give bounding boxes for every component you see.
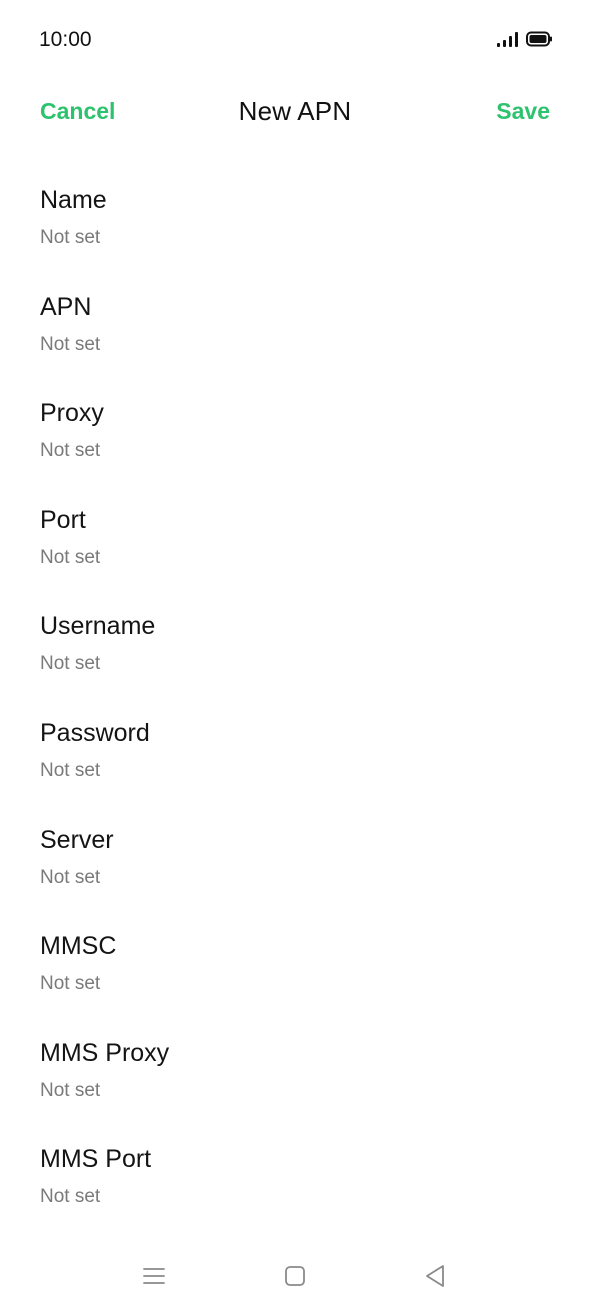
signal-icon: [497, 31, 518, 47]
menu-icon: [143, 1268, 165, 1284]
field-value: Not set: [40, 227, 101, 248]
status-time: 10:00: [39, 28, 92, 51]
status-icons: [497, 29, 552, 47]
field-label: Password: [40, 718, 150, 747]
field-proxy[interactable]: Proxy Not set: [0, 381, 590, 488]
field-value: Not set: [40, 973, 101, 995]
field-label: MMSC: [40, 932, 117, 961]
field-label: MMS Port: [40, 1145, 152, 1174]
home-button[interactable]: [277, 1262, 313, 1290]
field-label: Username: [40, 612, 156, 641]
battery-icon: [526, 31, 552, 47]
field-mms-proxy[interactable]: MMS Proxy Not set: [0, 1021, 590, 1128]
status-bar: 10:00: [0, 0, 590, 78]
header: Cancel New APN Save: [0, 86, 590, 142]
navigation-bar: [0, 1240, 590, 1312]
field-password[interactable]: Password Not set: [0, 701, 590, 808]
field-name[interactable]: Name Not set: [0, 168, 590, 275]
field-value: Not set: [40, 759, 101, 781]
back-button[interactable]: [417, 1262, 453, 1290]
home-icon: [285, 1266, 305, 1286]
field-apn[interactable]: APN Not set: [0, 275, 590, 382]
field-mms-port[interactable]: MMS Port Not set: [0, 1127, 590, 1234]
field-username[interactable]: Username Not set: [0, 594, 590, 701]
field-value: Not set: [40, 1079, 101, 1101]
field-label: Proxy: [40, 399, 104, 428]
field-mmsc[interactable]: MMSC Not set: [0, 914, 590, 1021]
field-value: Not set: [40, 333, 101, 355]
field-label: Server: [40, 825, 114, 854]
field-label: Name: [40, 186, 107, 214]
field-value: Not set: [40, 866, 101, 888]
back-icon: [426, 1265, 444, 1287]
save-button[interactable]: Save: [496, 98, 550, 125]
field-server[interactable]: Server Not set: [0, 808, 590, 915]
field-label: APN: [40, 292, 92, 321]
field-value: Not set: [40, 440, 101, 462]
field-label: MMS Proxy: [40, 1038, 170, 1067]
apn-fields-list: Name Not set APN Not set Proxy Not set P…: [0, 168, 590, 1234]
field-value: Not set: [40, 546, 101, 568]
field-value: Not set: [40, 1186, 101, 1208]
menu-button[interactable]: [136, 1262, 172, 1290]
field-value: Not set: [40, 653, 101, 675]
field-port[interactable]: Port Not set: [0, 488, 590, 595]
field-label: Port: [40, 505, 86, 534]
